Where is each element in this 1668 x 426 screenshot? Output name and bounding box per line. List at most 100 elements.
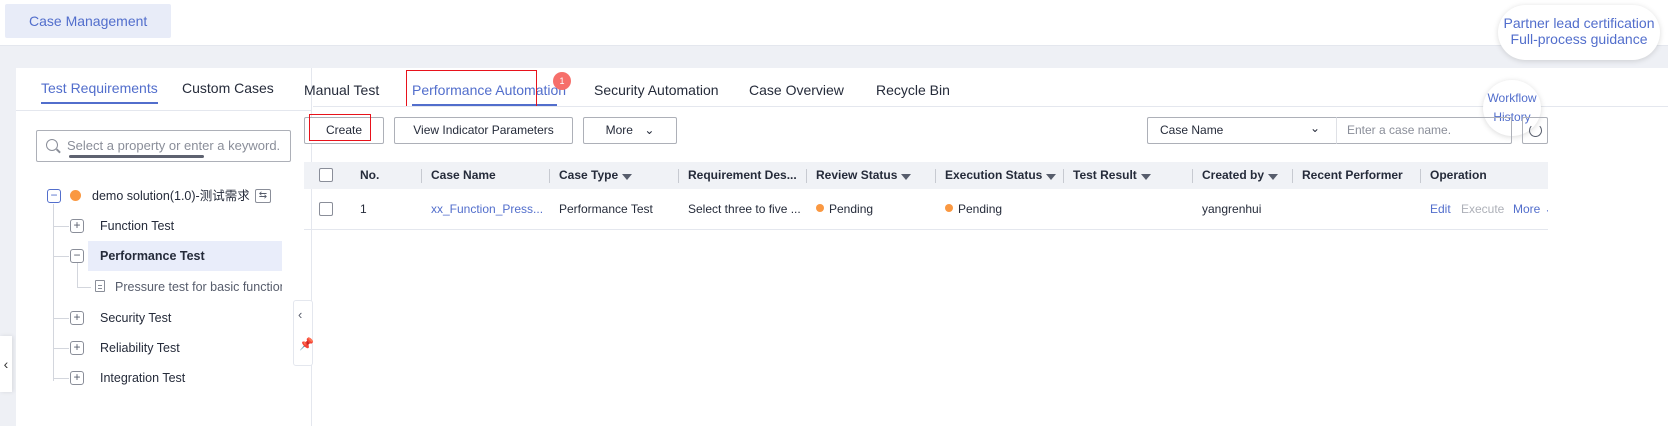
- cell-review-status: Pending: [816, 189, 873, 230]
- collapse-pane-button[interactable]: ‹ 📌: [293, 300, 314, 366]
- tab-custom-cases[interactable]: Custom Cases: [182, 78, 274, 104]
- table-row: 1 xx_Function_Press... Performance Test …: [304, 189, 1548, 230]
- col-header-case-name: Case Name: [431, 168, 496, 182]
- case-type-label: Case Type: [559, 168, 619, 182]
- column-divider: [1292, 169, 1293, 183]
- highlight-box: [309, 114, 371, 141]
- column-divider: [549, 169, 550, 183]
- expand-icon[interactable]: +: [70, 219, 84, 233]
- swap-icon[interactable]: ⇆: [255, 189, 271, 203]
- search-scrollbar[interactable]: [69, 155, 204, 158]
- expand-icon[interactable]: +: [70, 341, 84, 355]
- search-placeholder: Select a property or enter a keyword.: [67, 138, 281, 153]
- collapse-nav-button[interactable]: ‹: [0, 336, 12, 392]
- tree-line: [53, 226, 69, 227]
- filter-field-select[interactable]: Case Name ⌄: [1147, 117, 1336, 144]
- created-by-label: Created by: [1202, 168, 1265, 182]
- cell-requirement: Select three to five ...: [688, 202, 800, 216]
- notification-badge: 1: [553, 72, 571, 90]
- search-icon: [46, 139, 58, 151]
- collapse-icon[interactable]: −: [70, 249, 84, 263]
- edit-link[interactable]: Edit: [1430, 189, 1451, 230]
- divider: [313, 106, 1668, 107]
- tab-test-requirements[interactable]: Test Requirements: [41, 78, 158, 104]
- tree-line: [53, 318, 69, 319]
- expand-icon[interactable]: +: [70, 311, 84, 325]
- tree-line: [53, 256, 69, 257]
- row-checkbox[interactable]: [319, 202, 333, 216]
- tree-item-security-test[interactable]: Security Test: [100, 303, 171, 333]
- col-header-created-by[interactable]: Created by: [1202, 162, 1279, 189]
- tree-line: [77, 263, 78, 287]
- expand-icon[interactable]: +: [70, 371, 84, 385]
- more-ops-link[interactable]: More⌄: [1513, 189, 1548, 230]
- filter-icon[interactable]: [901, 174, 912, 180]
- execute-link[interactable]: Execute: [1461, 189, 1504, 230]
- more-dropdown-button[interactable]: More ⌄: [583, 117, 677, 144]
- partner-guidance-line1: Partner lead certification: [1503, 15, 1655, 31]
- cell-case-name-link[interactable]: xx_Function_Press...: [431, 189, 543, 230]
- col-header-requirement: Requirement Des...: [688, 168, 797, 182]
- tree-item-reliability-test[interactable]: Reliability Test: [100, 333, 180, 363]
- tree-line: [77, 287, 91, 288]
- cell-execution-status: Pending: [945, 189, 1002, 230]
- column-divider: [421, 169, 422, 183]
- filter-icon[interactable]: [622, 174, 633, 180]
- filter-icon[interactable]: [1140, 174, 1151, 180]
- col-header-execution-status[interactable]: Execution Status: [945, 162, 1057, 189]
- execution-status-label: Execution Status: [945, 168, 1043, 182]
- table-header: No. Case Name Case Type Requirement Des.…: [304, 162, 1548, 189]
- execution-status-text: Pending: [958, 202, 1003, 216]
- highlight-box: [406, 70, 537, 107]
- test-result-label: Test Result: [1073, 168, 1137, 182]
- tree-item-function-test[interactable]: Function Test: [100, 211, 174, 241]
- main-panel: Test Requirements Custom Cases Select a …: [16, 68, 1668, 426]
- tab-case-overview[interactable]: Case Overview: [749, 81, 844, 107]
- tree-root-label[interactable]: demo solution(1.0)-测试需求: [92, 181, 250, 211]
- col-header-case-type[interactable]: Case Type: [559, 162, 633, 189]
- refresh-button[interactable]: [1522, 117, 1548, 144]
- col-header-review-status[interactable]: Review Status: [816, 162, 912, 189]
- pending-status-dot: [816, 204, 824, 212]
- document-icon: [95, 280, 105, 292]
- more-label: More: [605, 123, 633, 137]
- collapse-root-icon[interactable]: −: [47, 189, 61, 203]
- tree-search-input[interactable]: Select a property or enter a keyword.: [36, 130, 291, 162]
- col-header-no: No.: [360, 168, 380, 182]
- more-ops-label: More: [1513, 202, 1541, 216]
- tree-item-pressure-test[interactable]: Pressure test for basic function po: [115, 272, 282, 302]
- pin-icon[interactable]: 📌: [299, 337, 314, 351]
- chevron-down-icon: ⌄: [644, 123, 655, 137]
- tab-security-automation[interactable]: Security Automation: [594, 81, 719, 107]
- chevron-down-icon: ⌄: [1309, 121, 1320, 135]
- module-tab-case-management[interactable]: Case Management: [5, 4, 172, 38]
- tab-recycle-bin[interactable]: Recycle Bin: [876, 81, 950, 107]
- tree-item-integration-test[interactable]: Integration Test: [100, 363, 185, 393]
- filter-field-value: Case Name: [1160, 123, 1224, 137]
- chevron-down-icon: ⌄: [1544, 202, 1548, 216]
- cell-no: 1: [360, 202, 367, 216]
- partner-guidance-button[interactable]: Partner lead certification Full-process …: [1498, 5, 1660, 60]
- chevron-left-icon: ‹: [3, 356, 9, 372]
- case-name-search-input[interactable]: Enter a case name.: [1336, 117, 1512, 144]
- column-divider: [1420, 169, 1421, 183]
- column-divider: [1063, 169, 1064, 183]
- root-status-dot: [70, 190, 81, 201]
- divider: [16, 110, 312, 111]
- col-header-operation: Operation: [1430, 168, 1487, 182]
- tab-manual-test[interactable]: Manual Test: [304, 81, 379, 107]
- tree-item-performance-test[interactable]: Performance Test: [100, 241, 205, 271]
- select-all-checkbox[interactable]: [319, 168, 333, 182]
- filter-icon[interactable]: [1268, 174, 1279, 180]
- view-indicator-parameters-button[interactable]: View Indicator Parameters: [394, 117, 573, 144]
- workflow-label: Workflow: [1487, 91, 1537, 105]
- column-divider: [1192, 169, 1193, 183]
- col-header-recent-performer: Recent Performer: [1302, 168, 1403, 182]
- cell-case-type: Performance Test: [559, 202, 653, 216]
- filter-icon[interactable]: [1046, 174, 1057, 180]
- review-status-text: Pending: [829, 202, 874, 216]
- column-divider: [678, 169, 679, 183]
- pending-status-dot: [945, 204, 953, 212]
- tree-line: [53, 348, 69, 349]
- col-header-test-result[interactable]: Test Result: [1073, 162, 1151, 189]
